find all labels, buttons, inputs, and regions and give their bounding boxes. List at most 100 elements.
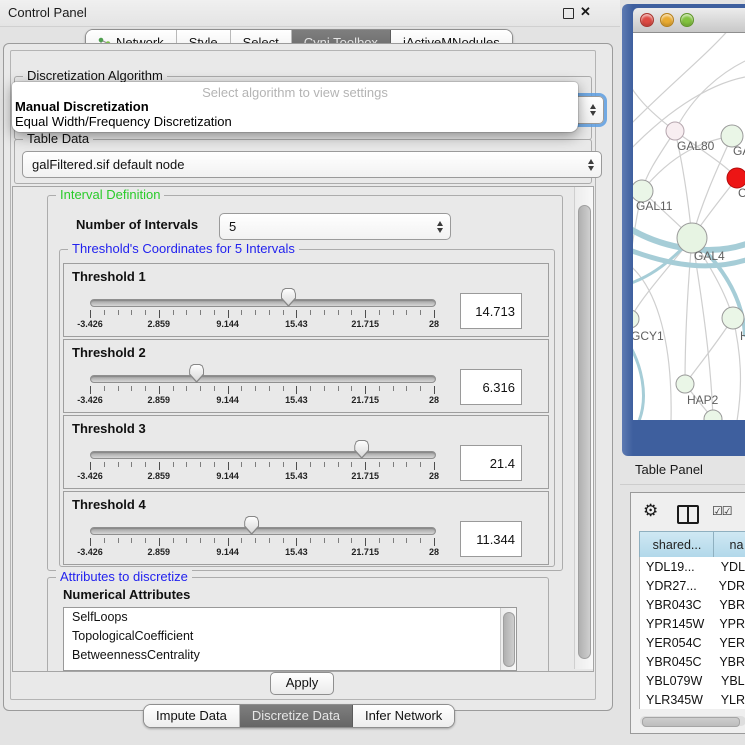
slider-tick bbox=[104, 386, 105, 391]
attribute-list-item[interactable]: BetweennessCentrality bbox=[64, 646, 516, 665]
attribute-list-item[interactable]: TopologicalCoefficient bbox=[64, 627, 516, 646]
slider-track[interactable] bbox=[90, 451, 436, 459]
slider-tick bbox=[255, 462, 256, 467]
table-row[interactable]: YBR043CYBR0 bbox=[640, 595, 745, 614]
slider-tick-label: 2.859 bbox=[148, 547, 171, 557]
interval-definition-title: Interval Definition bbox=[56, 188, 164, 202]
list-scrollbar-thumb[interactable] bbox=[503, 612, 515, 667]
float-icon[interactable] bbox=[563, 8, 574, 19]
table-row[interactable]: YLR345WYLR3 bbox=[640, 690, 745, 709]
threshold-value-field[interactable]: 11.344 bbox=[460, 521, 522, 557]
slider-tick-label: 28 bbox=[429, 471, 439, 481]
slider-tick bbox=[228, 462, 229, 470]
slider-tick bbox=[296, 386, 297, 394]
table-row[interactable]: YER054CYER0 bbox=[640, 633, 745, 652]
slider-tick bbox=[228, 310, 229, 318]
slider-tick bbox=[406, 310, 407, 315]
slider-tick bbox=[420, 462, 421, 467]
slider-tick bbox=[118, 462, 119, 467]
cell-name: YBR0 bbox=[714, 598, 745, 612]
slider-tick bbox=[255, 386, 256, 391]
close-icon[interactable]: ✕ bbox=[580, 4, 591, 20]
slider-tick bbox=[186, 538, 187, 543]
threshold-value-field[interactable]: 14.713 bbox=[460, 293, 522, 329]
attribute-list-item[interactable]: SelfLoops bbox=[64, 608, 516, 627]
slider-tick bbox=[228, 386, 229, 394]
slider-tick-label: 2.859 bbox=[148, 471, 171, 481]
slider-tick bbox=[296, 462, 297, 470]
tab-impute-data[interactable]: Impute Data bbox=[144, 705, 240, 727]
list-vertical-scrollbar[interactable] bbox=[500, 608, 516, 670]
tab-discretize-data[interactable]: Discretize Data bbox=[240, 705, 353, 727]
slider-tick bbox=[379, 386, 380, 391]
table-row[interactable]: YBR045CYBR0 bbox=[640, 652, 745, 671]
slider-tick bbox=[104, 310, 105, 315]
horizontal-scrollbar[interactable] bbox=[640, 716, 745, 726]
column-header[interactable]: na bbox=[713, 531, 745, 558]
slider-track[interactable] bbox=[90, 527, 436, 535]
table-row[interactable]: YDL19...YDL1 bbox=[640, 557, 745, 576]
slider-tick-label: 15.43 bbox=[285, 471, 308, 481]
slider-tick bbox=[324, 310, 325, 315]
settings-vertical-scrollbar[interactable] bbox=[574, 187, 593, 669]
tab-infer-network[interactable]: Infer Network bbox=[353, 705, 454, 727]
settings-scrollbar-thumb[interactable] bbox=[578, 205, 591, 659]
slider-tick bbox=[131, 538, 132, 543]
table-data-combobox[interactable]: galFiltered.sif default node bbox=[22, 151, 602, 178]
network-window-titlebar[interactable] bbox=[633, 8, 745, 33]
intervals-value: 5 bbox=[229, 219, 236, 234]
network-node-H[interactable] bbox=[722, 307, 744, 329]
number-of-intervals-label: Number of Intervals bbox=[76, 217, 198, 232]
slider-tick-label: -3.426 bbox=[77, 471, 103, 481]
apply-button[interactable]: Apply bbox=[270, 672, 334, 695]
slider-tick bbox=[296, 310, 297, 318]
numerical-attributes-list[interactable]: SelfLoopsTopologicalCoefficientBetweenne… bbox=[63, 607, 517, 671]
slider-tick bbox=[310, 538, 311, 543]
cell-name: YER0 bbox=[714, 636, 745, 650]
slider-track[interactable] bbox=[90, 299, 436, 307]
popup-item[interactable]: Manual Discretization bbox=[15, 99, 149, 114]
slider-tick bbox=[173, 310, 174, 315]
slider-tick bbox=[434, 386, 435, 394]
slider-tick-label: -3.426 bbox=[77, 395, 103, 405]
zoom-button[interactable] bbox=[680, 13, 694, 27]
node-label: HAP2 bbox=[687, 393, 719, 407]
select-columns-icon[interactable]: ☑☑ bbox=[712, 504, 732, 518]
table-panel-titlebar: Table Panel bbox=[620, 456, 745, 485]
slider-tick-label: 28 bbox=[429, 319, 439, 329]
close-button[interactable] bbox=[640, 13, 654, 27]
network-node-GCY1[interactable] bbox=[633, 310, 639, 328]
table-row[interactable]: YPR145WYPR1 bbox=[640, 614, 745, 633]
slider-track[interactable] bbox=[90, 375, 436, 383]
slider-tick bbox=[186, 310, 187, 315]
threshold-value-field[interactable]: 21.4 bbox=[460, 445, 522, 481]
network-node-HAP2[interactable] bbox=[676, 375, 694, 393]
slider-tick bbox=[365, 386, 366, 394]
network-node-GAL80[interactable] bbox=[666, 122, 684, 140]
slider-tick bbox=[200, 386, 201, 391]
threshold-panel: Threshold 4-3.4262.8599.14415.4321.71528… bbox=[63, 491, 549, 565]
column-header[interactable]: shared... bbox=[639, 531, 715, 558]
attributes-group-title: Attributes to discretize bbox=[56, 570, 192, 584]
slider-tick bbox=[118, 386, 119, 391]
table-row[interactable]: YDR27...YDR2 bbox=[640, 576, 745, 595]
gear-icon[interactable]: ⚙ bbox=[643, 501, 658, 521]
slider-tick bbox=[393, 386, 394, 391]
slider-tick bbox=[255, 310, 256, 315]
table-row[interactable]: YBL079WYBL0 bbox=[640, 671, 745, 690]
popup-item[interactable]: Equal Width/Frequency Discretization bbox=[15, 114, 232, 129]
slider-tick bbox=[379, 310, 380, 315]
network-canvas[interactable]: GAL80GACGAL11GAL4GCY1HHAP2 bbox=[633, 33, 745, 420]
slider-tick bbox=[351, 310, 352, 315]
intervals-spinner[interactable]: 5 bbox=[219, 213, 451, 240]
slider-tick bbox=[393, 462, 394, 467]
slider-tick bbox=[159, 310, 160, 318]
threshold-value-field[interactable]: 6.316 bbox=[460, 369, 522, 405]
network-node-GAL-red[interactable] bbox=[727, 168, 745, 188]
slider-tick-label: 21.715 bbox=[351, 547, 379, 557]
columns-icon[interactable] bbox=[677, 505, 699, 524]
minimize-button[interactable] bbox=[660, 13, 674, 27]
slider-tick bbox=[186, 462, 187, 467]
horizontal-scrollbar-thumb[interactable] bbox=[642, 717, 740, 727]
cyni-mode-tab-bar: Impute DataDiscretize DataInfer Network bbox=[143, 704, 455, 728]
